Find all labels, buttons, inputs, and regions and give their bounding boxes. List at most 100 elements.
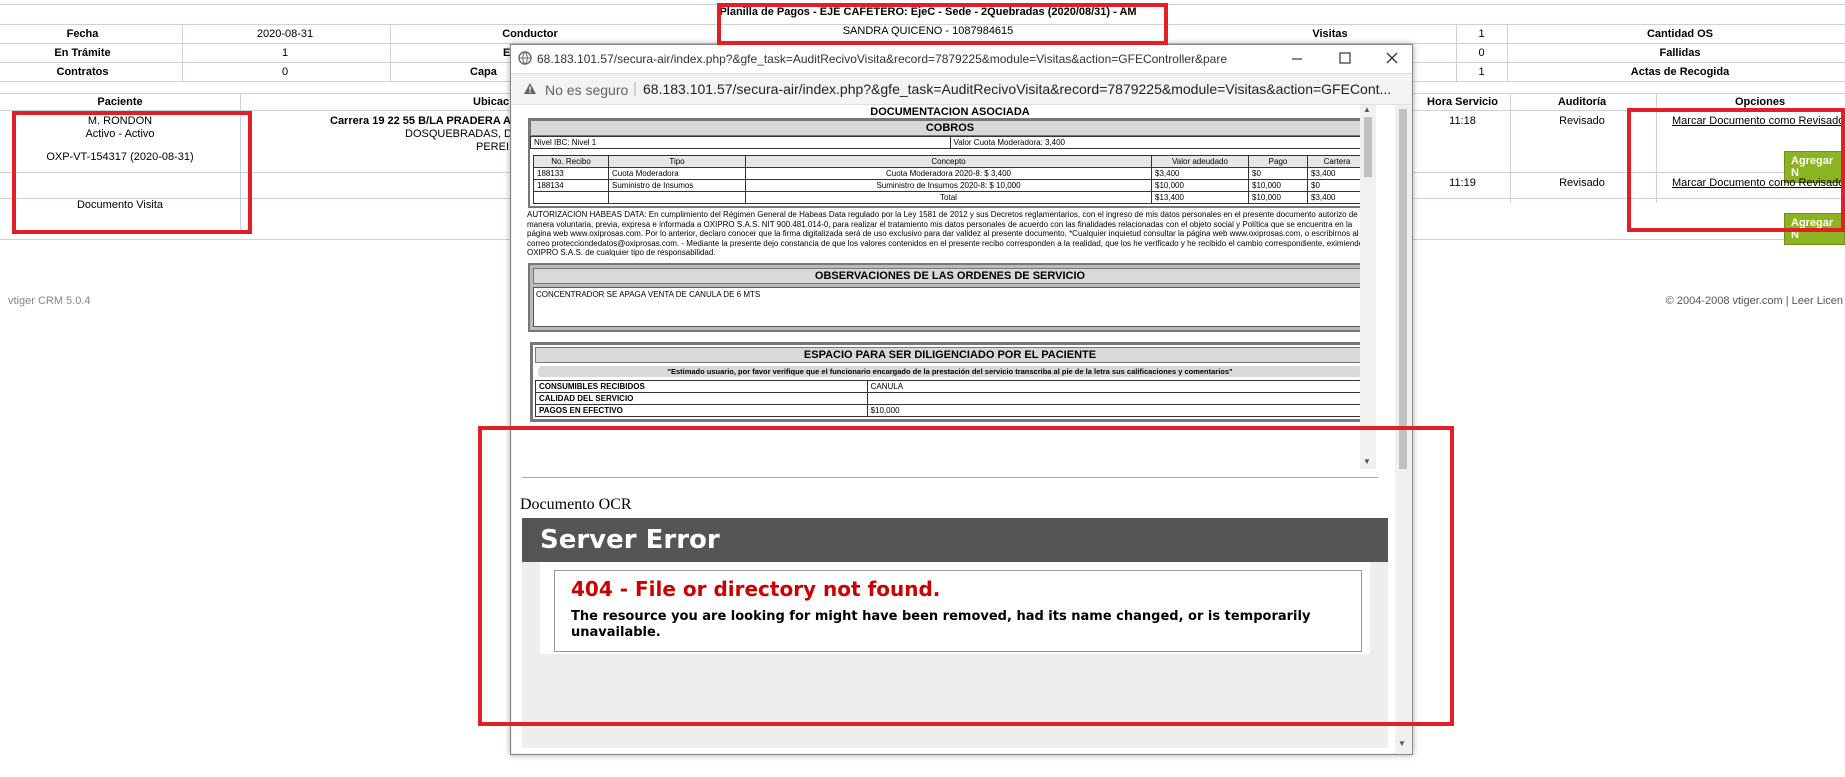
section-observaciones: OBSERVACIONES DE LAS ORDENES DE SERVICIO — [533, 267, 1367, 284]
popup-title-url: 68.183.101.57/secura-air/index.php?&gfe_… — [537, 52, 1227, 66]
paciente-table: CONSUMIBLES RECIBIDOS CANULA CALIDAD DEL… — [535, 379, 1366, 417]
col-auditoria: Auditoría — [1557, 96, 1607, 108]
paciente-note: "Estimado usuario, por favor verifique q… — [538, 365, 1362, 377]
warning-icon — [523, 82, 537, 98]
cell — [866, 391, 1366, 405]
divider — [182, 24, 183, 81]
valor-cuota: Valor Cuota Moderadora: 3,400 — [949, 136, 1370, 149]
address-url[interactable]: 68.183.101.57/secura-air/index.php?&gfe_… — [643, 81, 1398, 97]
contratos-value: 0 — [281, 66, 289, 78]
popup-scroll-down-icon[interactable]: ▼ — [1398, 739, 1406, 748]
cell: Cuota Moderadora — [608, 167, 746, 180]
cell: $0 — [1307, 179, 1367, 192]
cobros-header: No. Recibo — [533, 155, 609, 168]
cell: CONSUMIBLES RECIBIDOS — [535, 379, 868, 393]
visitas-label: Visitas — [1312, 28, 1348, 40]
col-ubicacion: Ubicac — [473, 96, 510, 108]
fallidas-label: Fallidas — [1659, 47, 1701, 59]
row1-hora: 11:18 — [1449, 115, 1476, 127]
paciente-box: ESPACIO PARA SER DILIGENCIADO POR EL PAC… — [530, 341, 1370, 422]
habeas-data-text: AUTORIZACIÓN HABEAS DATA: En cumplimient… — [527, 210, 1370, 257]
close-icon[interactable] — [1386, 52, 1398, 67]
cell: Cuota Moderadora 2020-8: $ 3,400 — [745, 167, 1152, 180]
footer-vtiger-link[interactable]: vtiger.com — [1733, 295, 1783, 307]
cobros-header: Concepto — [745, 155, 1152, 168]
tramite-label: En Trámite — [54, 47, 111, 59]
cell — [608, 191, 746, 204]
footer-sep: | — [1785, 295, 1789, 307]
address-line-2: DOSQUEBRADAS, D — [405, 128, 512, 140]
fecha-value: 2020-08-31 — [256, 28, 314, 40]
address-separator: | — [633, 80, 637, 97]
table-row: PAGOS EN EFECTIVO $10,000 — [535, 403, 1366, 417]
divider — [1510, 93, 1511, 203]
popup-address-bar[interactable]: No es seguro | 68.183.101.57/secura-air/… — [511, 74, 1412, 105]
contratos-label: Contratos — [56, 66, 109, 78]
cobros-table: No. Recibo Tipo Concepto Valor adeudado … — [533, 155, 1367, 204]
table-row: 188134 Suministro de Insumos Suministro … — [533, 179, 1367, 192]
table-row: Total $13,400 $10,000 $3,400 — [533, 191, 1367, 204]
footer-version: vtiger CRM 5.0.4 — [8, 295, 91, 307]
divider — [1507, 24, 1508, 81]
cobros-header: Cartera — [1307, 155, 1367, 168]
cobros-box: COBROS Nivel IBC: Nivel 1 Valor Cuota Mo… — [528, 118, 1372, 208]
highlight-box-title — [717, 3, 1168, 45]
cell: $10,000 — [866, 403, 1366, 417]
visitas-value: 1 — [1478, 28, 1485, 40]
cell: $3,400 — [1151, 167, 1249, 180]
cell: 188134 — [533, 179, 609, 192]
table-row: CONSUMIBLES RECIBIDOS CANULA — [535, 379, 1366, 393]
address-line-1: Carrera 19 22 55 B/LA PRADERA A — [330, 115, 511, 127]
cantidad-os-label: Cantidad OS — [1646, 28, 1713, 40]
section-documentacion: DOCUMENTACION ASOCIADA — [870, 106, 1030, 118]
cell: $13,400 — [1151, 191, 1249, 204]
cell: $10,000 — [1248, 179, 1308, 192]
maximize-icon[interactable] — [1339, 52, 1351, 67]
highlight-box-ocr — [478, 426, 1454, 726]
col-hora-servicio: Hora Servicio — [1427, 96, 1498, 108]
popup-scrollbar-thumb[interactable] — [1399, 109, 1407, 469]
cobros-header: Pago — [1248, 155, 1308, 168]
conductor-label: Conductor — [502, 28, 558, 40]
divider — [390, 24, 391, 81]
popup-titlebar: 68.183.101.57/secura-air/index.php?&gfe_… — [511, 45, 1412, 74]
cobros-header: Tipo — [608, 155, 746, 168]
cell: $10,000 — [1248, 191, 1308, 204]
nivel-table: Nivel IBC: Nivel 1 Valor Cuota Moderador… — [530, 136, 1370, 149]
scrollbar-thumb[interactable] — [1364, 117, 1372, 177]
cobros-header: Valor adeudado — [1151, 155, 1249, 168]
cell: $3,400 — [1307, 191, 1367, 204]
capa-label: Capa — [470, 66, 497, 78]
observaciones-box: OBSERVACIONES DE LAS ORDENES DE SERVICIO… — [528, 262, 1372, 332]
col-paciente: Paciente — [97, 96, 143, 108]
site-favicon-icon — [518, 51, 532, 68]
document-frame: DOCUMENTACION ASOCIADA COBROS Nivel IBC:… — [524, 105, 1376, 469]
fecha-label: Fecha — [66, 28, 99, 40]
highlight-box-patient — [12, 111, 252, 234]
footer-license-link[interactable]: Leer Licen — [1792, 295, 1843, 307]
document-body: DOCUMENTACION ASOCIADA COBROS Nivel IBC:… — [524, 105, 1376, 422]
table-row: CALIDAD DEL SERVICIO — [535, 391, 1366, 405]
observacion-text: CONCENTRADOR SE APAGA VENTA DE CANULA DE… — [533, 286, 1367, 327]
minimize-icon[interactable] — [1291, 51, 1303, 68]
col-opciones: Opciones — [1734, 96, 1786, 108]
cell: PAGOS EN EFECTIVO — [535, 403, 868, 417]
cell: CALIDAD DEL SERVICIO — [535, 391, 868, 405]
document-scrollbar[interactable]: ▲ ▼ — [1360, 105, 1376, 469]
footer-copy-prefix: © 2004-2008 — [1665, 295, 1730, 307]
not-secure-label: No es seguro — [545, 82, 629, 98]
cell — [533, 191, 609, 204]
nivel-ibc: Nivel IBC: Nivel 1 — [530, 136, 951, 149]
section-cobros: COBROS — [530, 120, 1370, 136]
cell: Total — [745, 191, 1152, 204]
section-paciente: ESPACIO PARA SER DILIGENCIADO POR EL PAC… — [535, 346, 1365, 363]
highlight-box-options — [1627, 108, 1845, 232]
cell: Suministro de Insumos 2020-8: $ 10,000 — [745, 179, 1152, 192]
scroll-up-icon[interactable]: ▲ — [1363, 105, 1371, 114]
cell: $3,400 — [1307, 167, 1367, 180]
contratos-right-value: 1 — [1478, 66, 1485, 78]
cell: CANULA — [866, 379, 1366, 393]
footer-copyright: © 2004-2008 vtiger.com | Leer Licen — [1666, 295, 1843, 307]
cell: $10,000 — [1151, 179, 1249, 192]
cell: 188133 — [533, 167, 609, 180]
